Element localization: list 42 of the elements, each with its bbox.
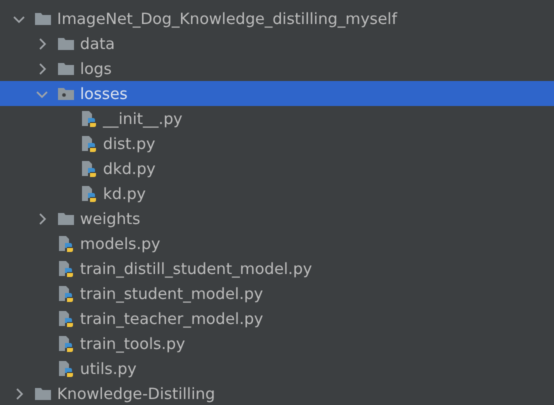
tree-item[interactable]: utils.py [0, 356, 554, 381]
python-file-icon [57, 234, 75, 252]
tree-item[interactable]: train_teacher_model.py [0, 306, 554, 331]
tree-item[interactable]: train_distill_student_model.py [0, 256, 554, 281]
python-file-icon [57, 260, 75, 278]
python-file-icon [57, 334, 75, 352]
tree-item[interactable]: weights [0, 206, 554, 231]
item-label: train_teacher_model.py [80, 310, 264, 328]
python-file-icon [57, 360, 75, 378]
item-label: __init__.py [103, 110, 182, 128]
tree-item[interactable]: dist.py [0, 131, 554, 156]
item-label: data [80, 34, 115, 52]
item-label: train_student_model.py [80, 284, 264, 302]
tree-item[interactable]: train_student_model.py [0, 281, 554, 306]
python-file-icon [80, 184, 98, 202]
item-label: train_tools.py [80, 334, 186, 352]
item-label: dkd.py [103, 160, 156, 178]
item-label: kd.py [103, 184, 146, 202]
tree-item[interactable]: kd.py [0, 181, 554, 206]
tree-item[interactable]: ImageNet_Dog_Knowledge_distilling_myself [0, 6, 554, 31]
tree-item[interactable]: Knowledge-Distilling [0, 381, 554, 405]
python-file-icon [80, 110, 98, 128]
tree-item[interactable]: models.py [0, 231, 554, 256]
item-label: Knowledge-Distilling [57, 384, 216, 402]
tree-item[interactable]: __init__.py [0, 106, 554, 131]
python-file-icon [80, 134, 98, 152]
python-file-icon [57, 284, 75, 302]
item-label: ImageNet_Dog_Knowledge_distilling_myself [57, 10, 398, 28]
item-label: train_distill_student_model.py [80, 260, 312, 278]
tree-item[interactable]: train_tools.py [0, 331, 554, 356]
item-label: models.py [80, 234, 160, 252]
item-label: utils.py [80, 360, 137, 378]
tree-item[interactable]: logs [0, 56, 554, 81]
python-file-icon [57, 310, 75, 328]
item-label: weights [80, 210, 140, 228]
tree-item[interactable]: losses [0, 81, 554, 106]
item-label: dist.py [103, 134, 156, 152]
item-label: logs [80, 60, 112, 78]
item-label: losses [80, 84, 128, 102]
tree-item[interactable]: dkd.py [0, 156, 554, 181]
tree-item[interactable]: data [0, 31, 554, 56]
python-file-icon [80, 160, 98, 178]
